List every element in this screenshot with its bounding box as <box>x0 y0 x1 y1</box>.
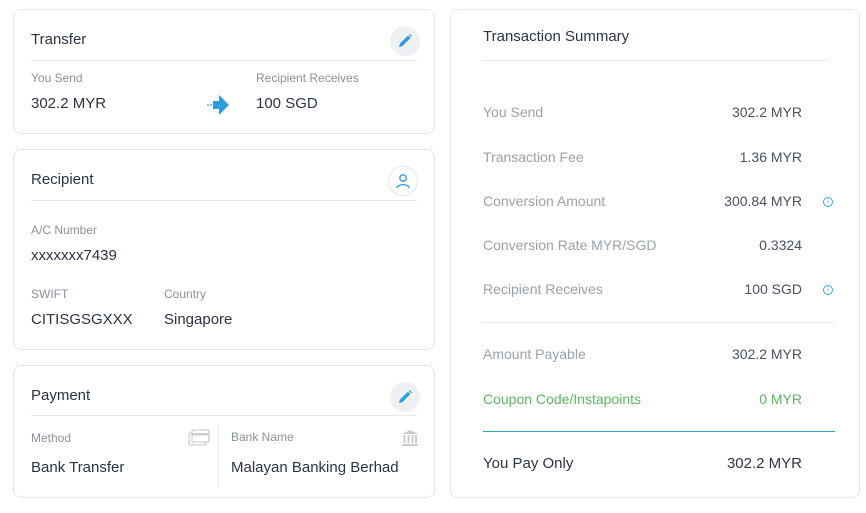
coupon-value: 0 MYR <box>759 391 802 407</box>
coupon-label[interactable]: Coupon Code/Instapoints <box>483 391 641 407</box>
swift-value: CITISGSGXXX <box>31 311 133 328</box>
you-send-label: You Send <box>31 71 83 85</box>
ac-number-label: A/C Number <box>31 223 98 237</box>
you-send-value: 302.2 MYR <box>31 95 107 112</box>
bank-icon <box>402 430 418 446</box>
method-label: Method <box>31 431 72 445</box>
summary-recipient-receives-value: 100 SGD <box>744 281 802 297</box>
recipient-title: Recipient <box>31 171 94 188</box>
amount-payable-value: 302.2 MYR <box>731 346 802 362</box>
summary-you-send-label: You Send <box>483 104 544 120</box>
summary-you-send-value: 302.2 MYR <box>731 104 802 120</box>
summary-transaction-fee-label: Transaction Fee <box>483 149 584 165</box>
transfer-title: Transfer <box>31 31 87 48</box>
country-value: Singapore <box>164 311 233 328</box>
summary-conversion-amount-label: Conversion Amount <box>483 193 606 209</box>
transfer-divider <box>31 60 417 61</box>
summary-total-divider <box>483 431 835 432</box>
bank-name-label: Bank Name <box>231 430 294 444</box>
summary-conversion-rate-label: Conversion Rate MYR/SGD <box>483 237 657 253</box>
recipient-receives-value: 100 SGD <box>256 95 318 112</box>
card-icon <box>188 429 210 446</box>
pencil-icon <box>399 34 412 47</box>
country-label: Country <box>164 287 207 301</box>
swift-label: SWIFT <box>31 287 69 301</box>
summary-title: Transaction Summary <box>483 28 630 45</box>
summary-mid-divider <box>483 322 835 323</box>
transfer-card: Transfer You Send 302.2 MYR Recipient Re… <box>13 9 435 134</box>
ac-number-value: xxxxxxx7439 <box>31 247 117 264</box>
recipient-card: Recipient A/C Number xxxxxxx7439 SWIFT C… <box>13 149 435 350</box>
payment-column-divider <box>218 426 219 488</box>
summary-recipient-receives-label: Recipient Receives <box>483 281 603 297</box>
recipient-receives-label: Recipient Receives <box>256 71 359 85</box>
recipient-receives-info-icon[interactable]: i <box>823 285 833 295</box>
you-pay-value: 302.2 MYR <box>726 455 802 472</box>
recipient-divider <box>31 200 417 201</box>
payment-card: Payment Method Bank Transfer Bank Name M… <box>13 365 435 498</box>
amount-payable-label: Amount Payable <box>483 346 586 362</box>
user-icon <box>396 174 410 189</box>
bank-name-value: Malayan Banking Berhad <box>231 459 399 476</box>
summary-transaction-fee-value: 1.36 MYR <box>739 149 802 165</box>
recipient-profile-button[interactable] <box>388 166 418 196</box>
summary-conversion-rate-value: 0.3324 <box>759 237 802 253</box>
edit-payment-button[interactable] <box>390 382 420 412</box>
arrow-right-icon <box>207 95 229 115</box>
edit-transfer-button[interactable] <box>390 26 420 56</box>
payment-divider <box>31 415 417 416</box>
summary-conversion-amount-value: 300.84 MYR <box>724 193 802 209</box>
you-pay-label: You Pay Only <box>483 455 574 472</box>
payment-title: Payment <box>31 387 91 404</box>
conversion-amount-info-icon[interactable]: i <box>823 197 833 207</box>
pencil-icon <box>399 390 412 403</box>
method-value: Bank Transfer <box>31 459 125 476</box>
summary-title-divider <box>483 60 828 61</box>
transaction-summary-card: Transaction Summary You Send 302.2 MYR T… <box>450 9 860 498</box>
